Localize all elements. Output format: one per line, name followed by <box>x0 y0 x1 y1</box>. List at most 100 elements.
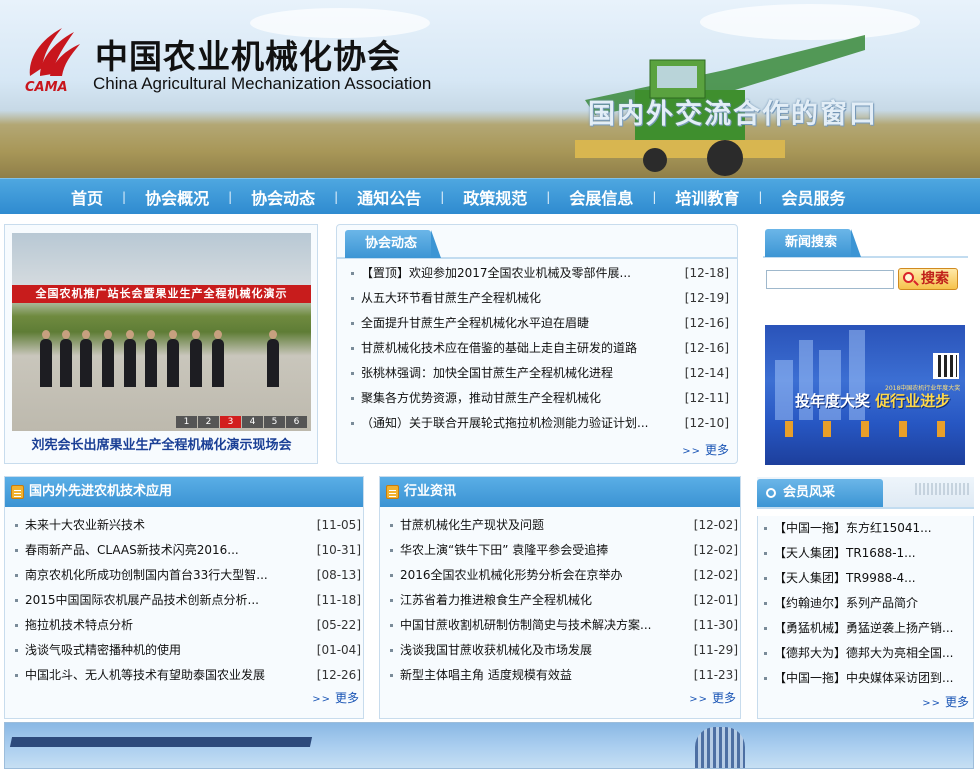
list-item[interactable]: 春雨新产品、CLAAS新技术闪亮2016... [10-31] <box>13 538 361 563</box>
list-item[interactable]: 中国北斗、无人机等技术有望助泰国农业发展 [12-26] <box>13 663 361 688</box>
nav-link[interactable]: 协会概况 <box>126 185 228 209</box>
list-item[interactable]: 聚集各方优势资源，推动甘蔗生产全程机械化 [12-11] <box>349 386 729 411</box>
list-item-title[interactable]: 甘蔗机械化生产现状及问题 <box>400 518 544 532</box>
nav-link[interactable]: 会员服务 <box>762 185 864 209</box>
annual-award-ad[interactable]: 2018中国农机行业年度大奖活动 投年度大奖 促行业进步 <box>765 325 965 465</box>
list-item-date: [11-29] <box>693 643 738 657</box>
list-item[interactable]: 华农上演“铁牛下田” 袁隆平参会受追捧 [12-02] <box>388 538 738 563</box>
slideshow-page-button[interactable]: 5 <box>264 416 285 428</box>
list-item-title[interactable]: 中国甘蔗收割机研制仿制简史与技术解决方案... <box>400 618 651 632</box>
list-item[interactable]: 【置顶】欢迎参加2017全国农业机械及零部件展... [12-18] <box>349 261 729 286</box>
search-button[interactable]: 搜索 <box>898 268 958 290</box>
nav-item: 协会概况 | <box>126 185 232 209</box>
nav-link[interactable]: 协会动态 <box>232 185 334 209</box>
list-item[interactable]: 浅谈气吸式精密播种机的使用 [01-04] <box>13 638 361 663</box>
gear-icon <box>766 488 776 498</box>
member-item-title[interactable]: 【约翰迪尔】系列产品简介 <box>774 596 918 610</box>
list-item-title[interactable]: 春雨新产品、CLAAS新技术闪亮2016... <box>25 543 239 557</box>
list-item-title[interactable]: 2015中国国际农机展产品技术创新点分析... <box>25 593 259 607</box>
slideshow-photo[interactable]: 全国农机推广站长会暨果业生产全程机械化演示 123456 <box>12 233 311 431</box>
member-item[interactable]: 【天人集团】TR1688-1... <box>762 541 970 566</box>
nav-link[interactable]: 首页 <box>52 185 122 209</box>
member-item[interactable]: 【中国一拖】中央媒体采访团到... <box>762 666 970 691</box>
list-item-title[interactable]: 聚集各方优势资源，推动甘蔗生产全程机械化 <box>361 391 601 405</box>
search-panel-title[interactable]: 新闻搜索 <box>765 229 862 257</box>
industry-panel-header[interactable]: 行业资讯 <box>380 477 740 507</box>
list-item-title[interactable]: 张桃林强调：加快全国甘蔗生产全程机械化进程 <box>361 366 613 380</box>
member-item-title[interactable]: 【中国一拖】中央媒体采访团到... <box>774 671 953 685</box>
member-item[interactable]: 【德邦大为】德邦大为亮相全国... <box>762 641 970 666</box>
photo-person <box>267 330 279 387</box>
more-arrow-icon: >> <box>682 446 701 457</box>
news-more-link[interactable]: >> 更多 <box>682 441 729 458</box>
notepad-icon <box>386 485 399 499</box>
list-item[interactable]: 2016全国农业机械化形势分析会在京举办 [12-02] <box>388 563 738 588</box>
list-item-title[interactable]: 新型主体唱主角 适度规模有效益 <box>400 668 572 682</box>
slideshow-page-button[interactable]: 1 <box>176 416 197 428</box>
list-item-title[interactable]: 2016全国农业机械化形势分析会在京举办 <box>400 568 623 582</box>
list-item[interactable]: 南京农机化所成功创制国内首台33行大型智... [08-13] <box>13 563 361 588</box>
list-item[interactable]: 2015中国国际农机展产品技术创新点分析... [11-18] <box>13 588 361 613</box>
nav-link[interactable]: 培训教育 <box>656 185 758 209</box>
members-panel-title[interactable]: 会员风采 <box>757 479 883 507</box>
member-item[interactable]: 【天人集团】TR9988-4... <box>762 566 970 591</box>
list-item[interactable]: 浅谈我国甘蔗收获机械化及市场发展 [11-29] <box>388 638 738 663</box>
list-item[interactable]: 中国甘蔗收割机研制仿制简史与技术解决方案... [11-30] <box>388 613 738 638</box>
slideshow-page-button[interactable]: 4 <box>242 416 263 428</box>
list-item[interactable]: 江苏省着力推进粮食生产全程机械化 [12-01] <box>388 588 738 613</box>
nav-link[interactable]: 通知公告 <box>338 185 440 209</box>
logo-abbreviation: CAMA <box>25 80 68 95</box>
slideshow-page-button[interactable]: 3 <box>220 416 241 428</box>
tech-more-link[interactable]: >> 更多 <box>312 689 359 706</box>
list-item[interactable]: （通知）关于联合开展轮式拖拉机检测能力验证计划... [12-10] <box>349 411 729 436</box>
list-item-title[interactable]: 华农上演“铁牛下田” 袁隆平参会受追捧 <box>400 543 608 557</box>
list-item[interactable]: 全面提升甘蔗生产全程机械化水平迫在眉睫 [12-16] <box>349 311 729 336</box>
header-banner: CAMA 中国农业机械化协会 China Agricultural Mechan… <box>0 0 980 178</box>
slideshow-page-button[interactable]: 6 <box>286 416 307 428</box>
list-item[interactable]: 甘蔗机械化生产现状及问题 [12-02] <box>388 513 738 538</box>
list-item-title[interactable]: 浅谈我国甘蔗收获机械化及市场发展 <box>400 643 592 657</box>
nav-link[interactable]: 会展信息 <box>550 185 652 209</box>
list-item[interactable]: 从五大环节看甘蔗生产全程机械化 [12-19] <box>349 286 729 311</box>
industry-list: 甘蔗机械化生产现状及问题 [12-02] 华农上演“铁牛下田” 袁隆平参会受追捧 [1… <box>388 513 738 688</box>
bottom-banner[interactable] <box>4 722 974 769</box>
list-item-title[interactable]: 【置顶】欢迎参加2017全国农业机械及零部件展... <box>361 266 631 280</box>
member-item-title[interactable]: 【中国一拖】东方红15041... <box>774 521 932 535</box>
search-input[interactable] <box>766 270 894 289</box>
member-item-title[interactable]: 【天人集团】TR1688-1... <box>774 546 916 560</box>
photo-person <box>124 330 136 387</box>
list-item-title[interactable]: 拖拉机技术特点分析 <box>25 618 133 632</box>
list-item[interactable]: 未来十大农业新兴技术 [11-05] <box>13 513 361 538</box>
list-item[interactable]: 甘蔗机械化技术应在借鉴的基础上走自主研发的道路 [12-16] <box>349 336 729 361</box>
member-item[interactable]: 【中国一拖】东方红15041... <box>762 516 970 541</box>
nav-item: 协会动态 | <box>232 185 338 209</box>
list-item-title[interactable]: 从五大环节看甘蔗生产全程机械化 <box>361 291 541 305</box>
member-item-title[interactable]: 【勇猛机械】勇猛逆袭上扬产销... <box>774 621 953 635</box>
tech-panel-header[interactable]: 国内外先进农机技术应用 <box>5 477 363 507</box>
list-item-title[interactable]: 浅谈气吸式精密播种机的使用 <box>25 643 181 657</box>
list-item-title[interactable]: 未来十大农业新兴技术 <box>25 518 145 532</box>
member-item-title[interactable]: 【天人集团】TR9988-4... <box>774 571 916 585</box>
member-item[interactable]: 【勇猛机械】勇猛逆袭上扬产销... <box>762 616 970 641</box>
news-panel-title[interactable]: 协会动态 <box>345 230 442 258</box>
member-item[interactable]: 【约翰迪尔】系列产品简介 <box>762 591 970 616</box>
list-item[interactable]: 拖拉机技术特点分析 [05-22] <box>13 613 361 638</box>
nav-item: 政策规范 | <box>444 185 550 209</box>
slideshow-caption[interactable]: 刘宪会长出席果业生产全程机械化演示现场会 <box>12 434 311 453</box>
member-item-title[interactable]: 【德邦大为】德邦大为亮相全国... <box>774 646 953 660</box>
nav-link[interactable]: 政策规范 <box>444 185 546 209</box>
list-item-title[interactable]: 南京农机化所成功创制国内首台33行大型智... <box>25 568 268 582</box>
members-more-link[interactable]: >> 更多 <box>922 693 969 710</box>
list-item-title[interactable]: 甘蔗机械化技术应在借鉴的基础上走自主研发的道路 <box>361 341 637 355</box>
list-item-title[interactable]: 中国北斗、无人机等技术有望助泰国农业发展 <box>25 668 265 682</box>
list-item[interactable]: 张桃林强调：加快全国甘蔗生产全程机械化进程 [12-14] <box>349 361 729 386</box>
list-item[interactable]: 新型主体唱主角 适度规模有效益 [11-23] <box>388 663 738 688</box>
cama-logo-icon[interactable] <box>22 18 82 80</box>
industry-more-link[interactable]: >> 更多 <box>689 689 736 706</box>
list-item-title[interactable]: 江苏省着力推进粮食生产全程机械化 <box>400 593 592 607</box>
nav-item: 通知公告 | <box>338 185 444 209</box>
slideshow-page-button[interactable]: 2 <box>198 416 219 428</box>
more-arrow-icon: >> <box>689 694 708 705</box>
list-item-title[interactable]: 全面提升甘蔗生产全程机械化水平迫在眉睫 <box>361 316 589 330</box>
list-item-title[interactable]: （通知）关于联合开展轮式拖拉机检测能力验证计划... <box>361 416 648 430</box>
